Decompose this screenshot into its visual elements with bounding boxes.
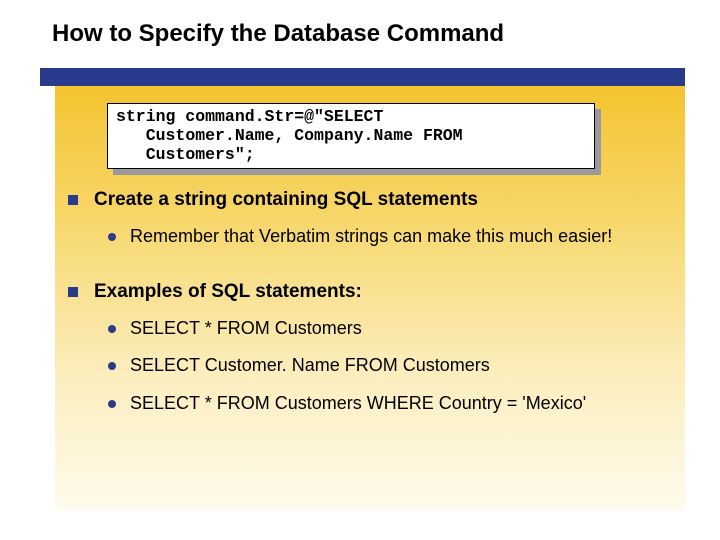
sub-bullet-text: Remember that Verbatim strings can make … — [130, 225, 612, 248]
title-bar — [40, 68, 685, 86]
dot-bullet-icon — [108, 325, 116, 333]
list-item: SELECT * FROM Customers WHERE Country = … — [108, 392, 675, 415]
list-item: Create a string containing SQL statement… — [68, 188, 675, 213]
code-text: string command.Str=@"SELECT Customer.Nam… — [116, 108, 586, 165]
list-item: SELECT * FROM Customers — [108, 317, 675, 340]
list-item: Examples of SQL statements: — [68, 280, 675, 305]
dot-bullet-icon — [108, 233, 116, 241]
square-bullet-icon — [68, 287, 78, 297]
list-item: SELECT Customer. Name FROM Customers — [108, 354, 675, 377]
sub-bullet-text: SELECT * FROM Customers WHERE Country = … — [130, 392, 586, 415]
sub-bullet-text: SELECT Customer. Name FROM Customers — [130, 354, 490, 377]
slide-title: How to Specify the Database Command — [52, 20, 504, 48]
dot-bullet-icon — [108, 400, 116, 408]
bullet-text: Create a string containing SQL statement… — [94, 188, 478, 213]
list-item: Remember that Verbatim strings can make … — [108, 225, 675, 248]
spacer — [68, 262, 675, 280]
dot-bullet-icon — [108, 362, 116, 370]
bullet-text: Examples of SQL statements: — [94, 280, 362, 305]
code-box: string command.Str=@"SELECT Customer.Nam… — [107, 103, 595, 169]
square-bullet-icon — [68, 195, 78, 205]
sub-bullet-text: SELECT * FROM Customers — [130, 317, 362, 340]
content-area: Create a string containing SQL statement… — [68, 188, 675, 429]
slide: How to Specify the Database Command stri… — [0, 0, 720, 540]
